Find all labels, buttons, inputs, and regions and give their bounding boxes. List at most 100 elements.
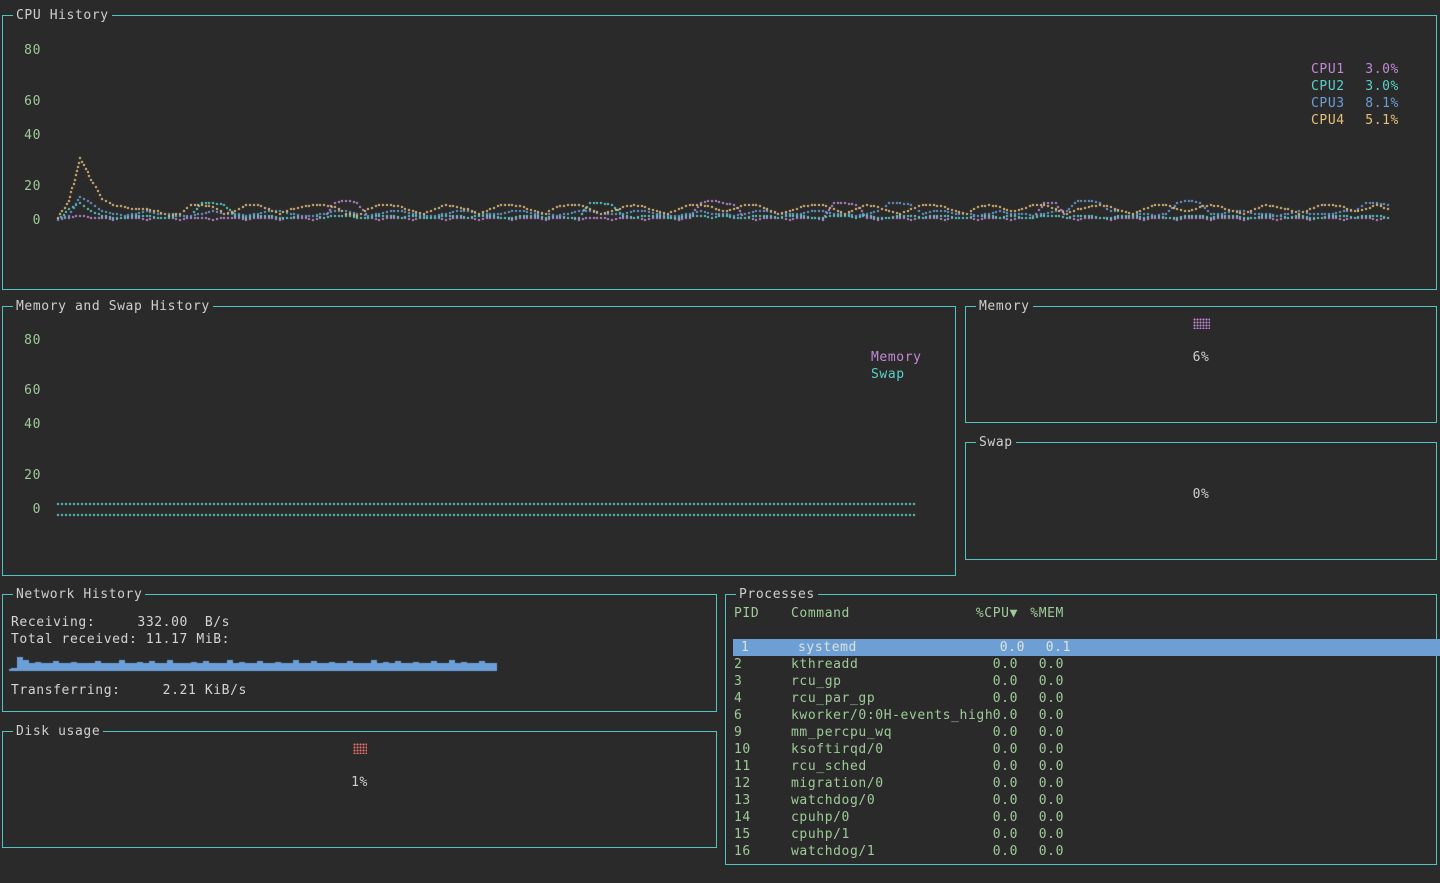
process-command: ksoftirqd/0 (791, 741, 884, 758)
disk-usage-panel: Disk usage 1% (2, 731, 717, 848)
process-cpu: 0.0 (938, 758, 1018, 775)
header-pid[interactable]: PID (734, 605, 759, 622)
process-mem: 0.0 (1022, 724, 1064, 741)
cpu-legend-cpu4: CPU4 5.1% (1311, 112, 1399, 129)
process-pid: 10 (734, 741, 751, 758)
process-row[interactable]: 13 watchdog/0 0.0 0.0 (726, 792, 1436, 809)
process-row[interactable]: 15 cpuhp/1 0.0 0.0 (726, 826, 1436, 843)
memswap-legend-memory: Memory (871, 349, 922, 366)
cpu-legend: CPU1 3.0% CPU2 3.0% CPU3 8.1% CPU4 5.1% (1311, 61, 1399, 129)
process-cpu: 0.0 (938, 826, 1018, 843)
process-mem: 0.0 (1022, 758, 1064, 775)
process-row[interactable]: 6 kworker/0:0H-events_high 0.0 0.0 (726, 707, 1436, 724)
swap-percent: 0% (966, 487, 1436, 502)
memory-panel-title: Memory (976, 299, 1033, 314)
process-cpu: 0.0 (938, 724, 1018, 741)
process-command: cpuhp/0 (791, 809, 850, 826)
process-command: rcu_par_gp (791, 690, 875, 707)
process-pid: 6 (734, 707, 742, 724)
process-mem: 0.0 (1022, 843, 1064, 860)
process-mem: 0.1 (1029, 639, 1071, 656)
network-transferring: Transferring: 2.21 KiB/s (11, 683, 247, 699)
cpu1-label: CPU1 (1311, 61, 1345, 78)
memory-percent: 6% (966, 350, 1436, 365)
memswap-history-chart (3, 307, 955, 575)
process-cpu: 0.0 (945, 639, 1025, 656)
memory-legend-label: Memory (871, 349, 922, 366)
cpu3-label: CPU3 (1311, 95, 1345, 112)
header-cpu-sort[interactable]: %CPU▼ (938, 605, 1018, 622)
cpu1-value: 3.0% (1365, 61, 1399, 78)
disk-percent: 1% (3, 775, 716, 790)
process-command: systemd (798, 639, 857, 656)
process-row[interactable]: 10 ksoftirqd/0 0.0 0.0 (726, 741, 1436, 758)
memswap-legend-swap: Swap (871, 366, 922, 383)
cpu4-value: 5.1% (1365, 112, 1399, 129)
process-pid: 15 (734, 826, 751, 843)
cpu-legend-cpu3: CPU3 8.1% (1311, 95, 1399, 112)
cpu-legend-cpu1: CPU1 3.0% (1311, 61, 1399, 78)
cpu-ytick-40: 40 (23, 129, 41, 143)
network-total-received: Total received: 11.17 MiB: (11, 632, 230, 648)
process-mem: 0.0 (1022, 690, 1064, 707)
memswap-ytick-0: 0 (23, 503, 41, 517)
memswap-ytick-40: 40 (23, 418, 41, 432)
processes-panel: Processes PID Command %CPU▼ %MEM 1 syste… (725, 594, 1437, 865)
process-mem: 0.0 (1022, 656, 1064, 673)
memswap-ytick-20: 20 (23, 469, 41, 483)
header-mem[interactable]: %MEM (1022, 605, 1064, 622)
cpu-ytick-0: 0 (23, 214, 41, 228)
process-command: watchdog/0 (791, 792, 875, 809)
process-cpu: 0.0 (938, 741, 1018, 758)
cpu-ytick-60: 60 (23, 95, 41, 109)
process-list: 1 systemd 0.0 0.1 2 kthreadd 0.0 0.0 3 r… (726, 639, 1436, 864)
cpu2-value: 3.0% (1365, 78, 1399, 95)
process-mem: 0.0 (1022, 792, 1064, 809)
processes-title: Processes (736, 587, 818, 602)
memory-gauge (966, 318, 1436, 333)
process-cpu: 0.0 (938, 673, 1018, 690)
process-row[interactable]: 2 kthreadd 0.0 0.0 (726, 656, 1436, 673)
process-pid: 16 (734, 843, 751, 860)
disk-gauge-dots-icon (353, 743, 367, 754)
disk-usage-title: Disk usage (13, 724, 103, 739)
process-row[interactable]: 3 rcu_gp 0.0 0.0 (726, 673, 1436, 690)
process-pid: 3 (734, 673, 742, 690)
process-row[interactable]: 9 mm_percpu_wq 0.0 0.0 (726, 724, 1436, 741)
process-pid: 9 (734, 724, 742, 741)
header-command[interactable]: Command (791, 605, 850, 622)
swap-panel: Swap 0% (965, 442, 1437, 560)
process-command: kthreadd (791, 656, 858, 673)
process-pid: 13 (734, 792, 751, 809)
process-row[interactable]: 11 rcu_sched 0.0 0.0 (726, 758, 1436, 775)
process-mem: 0.0 (1022, 809, 1064, 826)
memswap-legend: Memory Swap (871, 349, 922, 383)
memory-gauge-dots-icon (1193, 318, 1210, 329)
process-mem: 0.0 (1022, 741, 1064, 758)
network-history-panel: Network History Receiving: 332.00 B/s To… (2, 594, 717, 712)
process-command: mm_percpu_wq (791, 724, 892, 741)
process-pid: 12 (734, 775, 751, 792)
cpu-history-chart (3, 16, 1436, 289)
process-mem: 0.0 (1022, 673, 1064, 690)
process-row[interactable]: 12 migration/0 0.0 0.0 (726, 775, 1436, 792)
cpu-history-panel: CPU History 80 60 40 20 0 CPU1 3.0% CPU2… (2, 15, 1437, 290)
process-command: cpuhp/1 (791, 826, 850, 843)
process-pid: 11 (734, 758, 751, 775)
process-cpu: 0.0 (938, 792, 1018, 809)
memswap-history-panel: Memory and Swap History 80 60 40 20 0 Me… (2, 306, 956, 576)
process-cpu: 0.0 (938, 690, 1018, 707)
process-cpu: 0.0 (938, 843, 1018, 860)
process-row[interactable]: 16 watchdog/1 0.0 0.0 (726, 843, 1436, 860)
process-pid: 4 (734, 690, 742, 707)
swap-panel-title: Swap (976, 435, 1016, 450)
cpu2-label: CPU2 (1311, 78, 1345, 95)
process-pid: 2 (734, 656, 742, 673)
process-cpu: 0.0 (938, 656, 1018, 673)
process-cpu: 0.0 (938, 809, 1018, 826)
process-row[interactable]: 1 systemd 0.0 0.1 (733, 639, 1440, 656)
process-row[interactable]: 4 rcu_par_gp 0.0 0.0 (726, 690, 1436, 707)
process-row[interactable]: 14 cpuhp/0 0.0 0.0 (726, 809, 1436, 826)
processes-header: PID Command %CPU▼ %MEM (726, 605, 1433, 622)
memory-panel: Memory 6% (965, 306, 1437, 423)
